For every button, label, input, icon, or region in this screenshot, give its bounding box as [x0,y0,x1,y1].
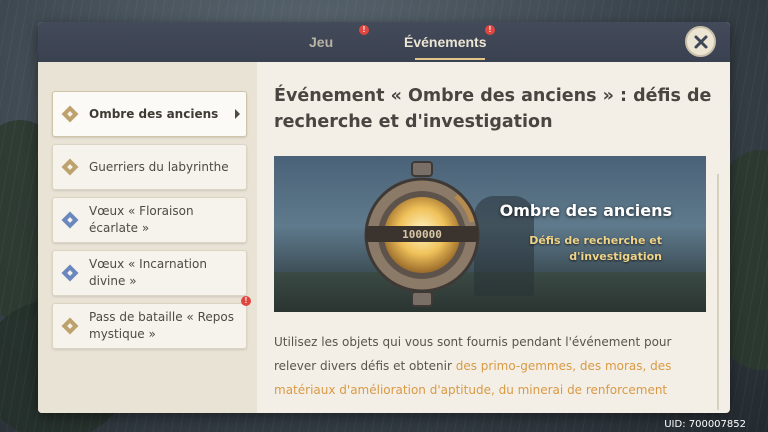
sidebar-item-label: Vœux « Incarnation divine » [89,257,207,288]
tab-events-notification-badge: ! [485,25,495,35]
sidebar-item-ombre-des-anciens[interactable]: Ombre des anciens [52,91,247,137]
tab-events[interactable]: Événements [404,22,486,62]
sidebar-item-label: Ombre des anciens [89,106,219,121]
close-icon [694,35,707,48]
blue-diamond-icon [61,264,79,282]
event-banner: 100000 Ombre des anciens Défis de recher… [274,156,706,312]
sidebar-item-label: Guerriers du labyrinthe [89,159,229,174]
chevron-right-icon [235,109,240,119]
sidebar-item-label: Vœux « Floraison écarlate » [89,204,194,235]
uid-label: UID: 700007852 [664,419,746,430]
gold-diamond-icon [61,317,79,335]
sidebar-item-voeux-incarnation-divine[interactable]: Vœux « Incarnation divine » [52,250,247,296]
svg-text:100000: 100000 [402,228,442,241]
gold-diamond-icon [61,158,79,176]
blue-diamond-icon [61,211,79,229]
event-title: Événement « Ombre des anciens » : défis … [274,86,712,132]
gold-diamond-icon [61,105,79,123]
event-content: Événement « Ombre des anciens » : défis … [257,62,730,413]
sidebar-item-voeux-floraison-ecarlate[interactable]: Vœux « Floraison écarlate » [52,197,247,243]
content-scrollbar[interactable] [717,174,719,410]
sidebar-item-guerriers-du-labyrinthe[interactable]: Guerriers du labyrinthe [52,144,247,190]
sidebar-item-label: Pass de bataille « Repos mystique » [89,310,234,341]
tab-game-notification-badge: ! [359,25,369,35]
banner-title: Ombre des anciens [499,201,672,220]
tab-game[interactable]: Jeu [309,22,333,62]
close-button[interactable] [685,26,716,57]
banner-subtitle: Défis de recherche et d'investigation [529,234,662,263]
relic-artifact-icon: 100000 [364,161,480,307]
sidebar-item-notification-badge: ! [241,296,251,306]
events-panel: Jeu ! Événements ! Ombre des anciens Gue… [38,22,730,413]
sidebar-item-pass-de-bataille[interactable]: Pass de bataille « Repos mystique » [52,303,247,349]
top-tab-bar: Jeu ! Événements ! [38,22,730,62]
event-sidebar: Ombre des anciens Guerriers du labyrinth… [38,62,257,413]
event-description: Utilisez les objets qui vous sont fourni… [274,330,714,402]
active-tab-indicator [415,58,485,60]
